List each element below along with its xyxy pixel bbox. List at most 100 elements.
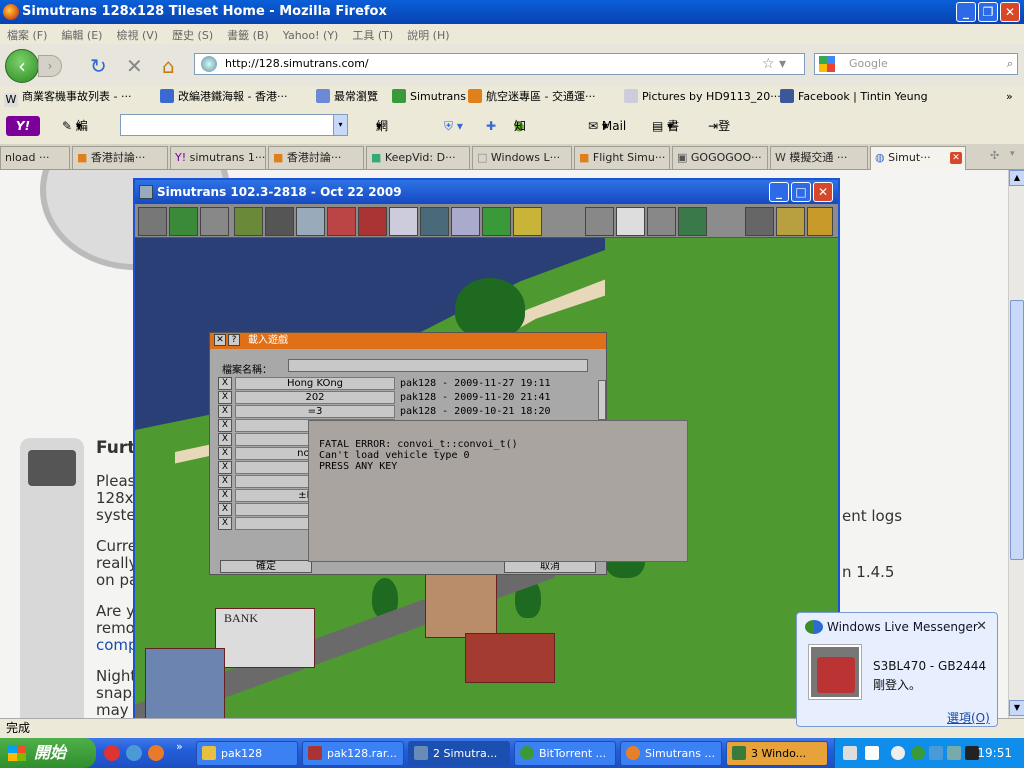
address-bar[interactable]: http://128.simutrans.com/ ☆ ▾	[194, 53, 805, 75]
sim-minimize-button[interactable]: _	[769, 182, 789, 202]
notification-close-icon[interactable]: ✕	[976, 619, 987, 634]
inspect-tool-icon[interactable]	[200, 207, 229, 236]
tab-list-icon[interactable]: ▾	[1010, 149, 1015, 159]
volume-icon[interactable]	[947, 746, 961, 760]
sim-maximize-button[interactable]: □	[791, 182, 811, 202]
remove-tool-icon[interactable]	[585, 207, 614, 236]
yahoo-knowledge[interactable]: ● 知識+ ▾	[514, 108, 526, 205]
help-icon[interactable]	[865, 746, 879, 760]
delete-save-button[interactable]: X	[218, 475, 232, 488]
tab-7[interactable]: ■ Flight Simu···	[574, 146, 670, 169]
dialog-close-icon[interactable]: ✕	[214, 334, 226, 346]
dialog-help-icon[interactable]: ?	[228, 334, 240, 346]
monorail-tool-icon[interactable]	[296, 207, 325, 236]
yahoo-search-input[interactable]: ▾	[120, 114, 348, 136]
tray-arrow-icon[interactable]	[891, 746, 905, 760]
save-name-button[interactable]: 202	[235, 391, 395, 404]
task-firefox[interactable]: Simutrans ...	[620, 741, 722, 766]
menu-file[interactable]: 檔案 (F)	[0, 24, 54, 46]
tab-3[interactable]: Y! simutrans 1···	[170, 146, 266, 169]
options-tool-icon[interactable]	[776, 207, 805, 236]
delete-save-button[interactable]: X	[218, 517, 232, 530]
quicklaunch-icon[interactable]	[148, 745, 164, 761]
sim-close-button[interactable]: ✕	[813, 182, 833, 202]
list-tool-icon[interactable]	[616, 207, 645, 236]
filename-input[interactable]	[288, 359, 588, 372]
yahoo-pin-icon[interactable]: ✚	[486, 108, 496, 144]
yahoo-bookmarks[interactable]: ▤ 書籤 ▾	[652, 108, 679, 169]
minimize-button[interactable]: _	[956, 2, 976, 22]
menu-tools[interactable]: 工具 (T)	[345, 24, 400, 46]
scroll-down-icon[interactable]: ▼	[1009, 700, 1024, 716]
tab-8[interactable]: ▣ GOGOGOO···	[672, 146, 768, 169]
slope-tool-icon[interactable]	[513, 207, 542, 236]
tab-1[interactable]: nload ···	[0, 146, 70, 169]
task-bittorrent[interactable]: BitTorrent ...	[514, 741, 616, 766]
forward-button[interactable]: ›	[38, 55, 62, 77]
maximize-button[interactable]: ❐	[978, 2, 998, 22]
yahoo-edit[interactable]: ✎ 編輯 ▾	[62, 108, 88, 169]
save-tool-icon[interactable]	[138, 207, 167, 236]
bookmark-item-2[interactable]: 改編港鐵海報 - 香港···	[160, 86, 287, 108]
page-link[interactable]: comp	[96, 637, 138, 654]
delete-save-button[interactable]: X	[218, 405, 232, 418]
home-icon[interactable]: ⌂	[162, 56, 175, 76]
delete-save-button[interactable]: X	[218, 433, 232, 446]
task-windows-group[interactable]: 3 Windo...	[726, 741, 828, 766]
delete-save-button[interactable]: X	[218, 419, 232, 432]
delete-save-button[interactable]: X	[218, 377, 232, 390]
bookmark-item-4[interactable]: Simutrans	[392, 86, 466, 108]
bookmark-item-6[interactable]: Pictures by HD9113_20···	[624, 86, 781, 108]
close-button[interactable]: ✕	[1000, 2, 1020, 22]
display-tool-icon[interactable]	[678, 207, 707, 236]
menu-yahoo[interactable]: Yahoo! (Y)	[276, 26, 346, 45]
menu-help[interactable]: 說明 (H)	[400, 24, 456, 46]
menu-edit[interactable]: 編輯 (E)	[54, 24, 109, 46]
scroll-thumb[interactable]	[1010, 300, 1024, 560]
quicklaunch-overflow-icon[interactable]: »	[176, 740, 183, 753]
messenger-tray-icon[interactable]	[929, 746, 943, 760]
start-button[interactable]: 開始	[0, 738, 96, 768]
maglev-tool-icon[interactable]	[358, 207, 387, 236]
bookmark-item-7[interactable]: Facebook | Tintin Yeung	[780, 86, 928, 108]
special-tool-icon[interactable]	[482, 207, 511, 236]
scroll-up-icon[interactable]: ▲	[1009, 170, 1024, 186]
bookmark-star-icon[interactable]: ☆ ▾	[762, 54, 786, 74]
options-link[interactable]: 選項(O)	[947, 709, 990, 726]
menu-bookmarks[interactable]: 書籤 (B)	[220, 24, 276, 46]
save-name-button[interactable]: Hong KOng	[235, 377, 395, 390]
tab-simutrans-active[interactable]: ◍ Simut··· ✕	[870, 146, 966, 171]
fatal-error-box[interactable]: FATAL ERROR: convoi_t::convoi_t() Can't …	[308, 420, 688, 562]
search-box[interactable]: Google ⌕	[814, 53, 1018, 75]
tab-close-icon[interactable]: ✕	[950, 152, 962, 164]
task-pak128[interactable]: pak128	[196, 741, 298, 766]
page-scrollbar[interactable]: ▲ ▼	[1008, 170, 1024, 718]
yahoo-logo[interactable]: Y!	[6, 116, 40, 136]
tab-5[interactable]: ■ KeepVid: D···	[366, 146, 470, 169]
tab-4[interactable]: ■ 香港討論···	[268, 146, 364, 169]
yahoo-web-search[interactable]: 網頁搜尋 ▾	[376, 108, 388, 241]
terrain-tool-icon[interactable]	[234, 207, 263, 236]
tab-scroll-icon[interactable]: ✣	[990, 149, 999, 162]
bookmarks-overflow-icon[interactable]: »	[1006, 86, 1013, 108]
bookmark-item-5[interactable]: 航空迷專區 - 交通運···	[468, 86, 595, 108]
menu-view[interactable]: 檢視 (V)	[109, 24, 165, 46]
save-name-button[interactable]: =3	[235, 405, 395, 418]
stop-icon[interactable]: ✕	[126, 56, 143, 76]
bookmark-item-3[interactable]: 最常瀏覽	[316, 86, 378, 108]
task-simutrans-group[interactable]: 2 Simutra...	[408, 741, 510, 766]
map-tool-icon[interactable]	[169, 207, 198, 236]
file-list-scrollbar[interactable]	[598, 380, 606, 420]
fastforward-tool-icon[interactable]	[807, 207, 833, 236]
tab-2[interactable]: ■ 香港討論···	[72, 146, 168, 169]
delete-save-button[interactable]: X	[218, 489, 232, 502]
delete-save-button[interactable]: X	[218, 391, 232, 404]
menu-history[interactable]: 歷史 (S)	[165, 24, 220, 46]
yahoo-logout[interactable]: ⇥ 登出	[708, 108, 730, 169]
tab-9[interactable]: W 模擬交通 ···	[770, 146, 868, 169]
finance-tool-icon[interactable]	[647, 207, 676, 236]
ok-button[interactable]: 確定	[220, 560, 312, 573]
quicklaunch-icon[interactable]	[104, 745, 120, 761]
yahoo-mail[interactable]: ✉ Mail ▾	[588, 108, 626, 144]
rail-tool-icon[interactable]	[265, 207, 294, 236]
